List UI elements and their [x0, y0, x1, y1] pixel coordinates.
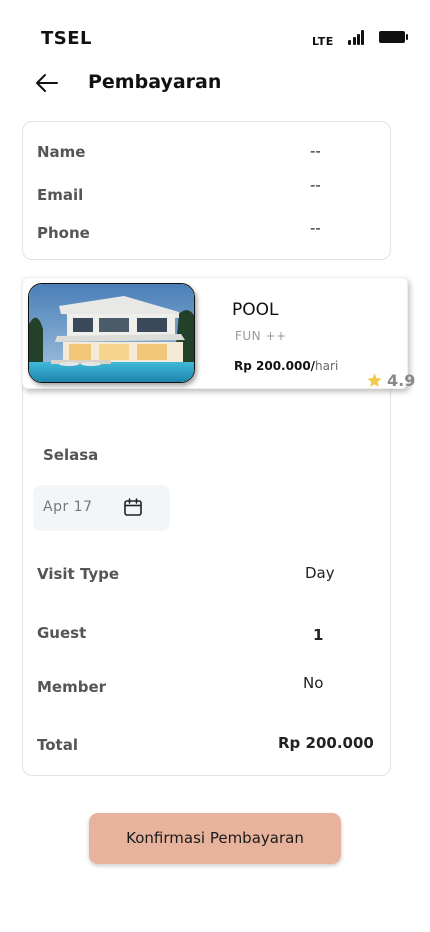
- member-label: Member: [37, 678, 107, 696]
- name-value: --: [310, 142, 321, 160]
- contact-info-card: Name -- Email -- Phone --: [22, 121, 391, 260]
- signal-icon: [348, 30, 364, 45]
- venue-image: [28, 283, 195, 383]
- network-type: LTE: [312, 35, 334, 48]
- battery-icon: [379, 31, 408, 43]
- page-title: Pembayaran: [88, 71, 222, 93]
- back-arrow-icon[interactable]: [34, 71, 60, 95]
- carrier-name: TSEL: [41, 28, 93, 49]
- confirm-payment-button[interactable]: Konfirmasi Pembayaran: [89, 813, 341, 864]
- venue-price-unit: hari: [315, 359, 339, 373]
- visit-type-label: Visit Type: [37, 565, 120, 583]
- venue-card[interactable]: POOL FUN ++ Rp 200.000/hari 4.9: [22, 277, 415, 390]
- status-bar: TSEL LTE: [0, 28, 430, 50]
- guest-label: Guest: [37, 624, 87, 642]
- venue-subtitle: FUN ++: [235, 329, 287, 343]
- venue-name: POOL: [232, 300, 279, 320]
- guest-value: 1: [313, 626, 324, 644]
- venue-price-amount: Rp 200.000/: [234, 359, 316, 373]
- star-icon: [366, 372, 383, 389]
- calendar-icon[interactable]: [123, 497, 143, 517]
- date-picker[interactable]: Apr 17: [33, 485, 170, 531]
- venue-price: Rp 200.000/hari: [234, 359, 338, 373]
- day-label: Selasa: [43, 446, 99, 464]
- total-label: Total: [37, 736, 78, 754]
- email-label: Email: [37, 186, 84, 204]
- member-value: No: [303, 674, 324, 692]
- date-value: Apr 17: [43, 499, 93, 515]
- visit-type-value: Day: [305, 564, 335, 582]
- header: Pembayaran: [0, 70, 430, 98]
- phone-value: --: [310, 219, 321, 237]
- venue-rating: 4.9: [387, 371, 416, 390]
- name-label: Name: [37, 143, 86, 161]
- phone-label: Phone: [37, 224, 90, 242]
- total-value: Rp 200.000: [278, 734, 374, 752]
- email-value: --: [310, 176, 321, 194]
